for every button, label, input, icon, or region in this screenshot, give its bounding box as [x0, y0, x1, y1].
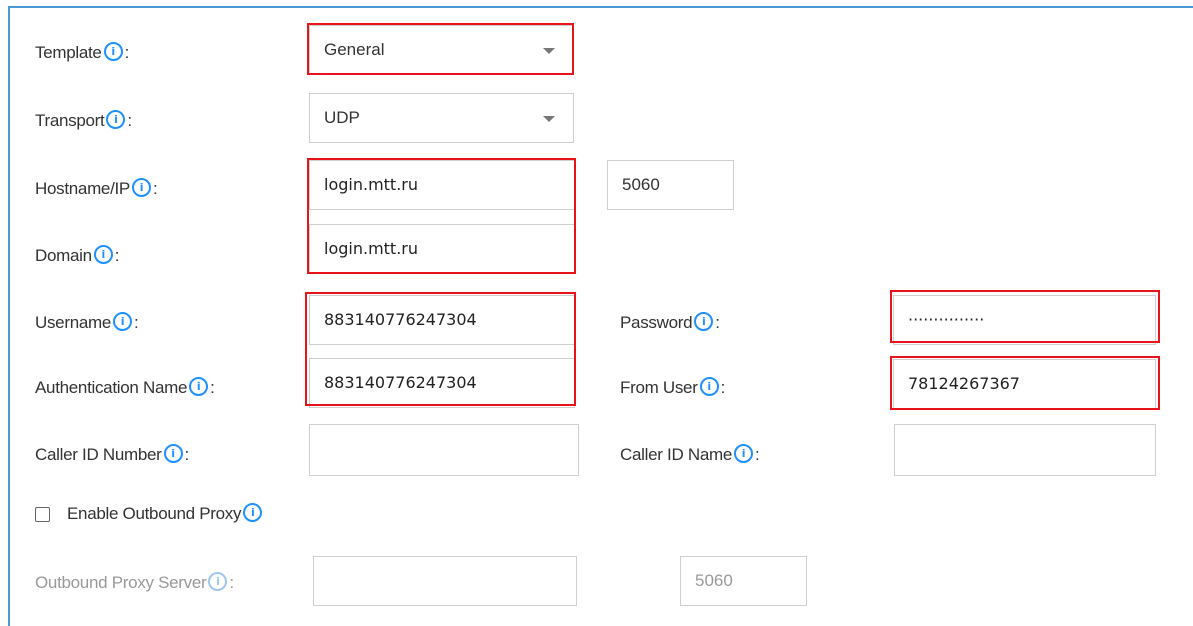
info-icon[interactable]: i — [131, 178, 151, 197]
info-icon[interactable]: i — [93, 245, 113, 264]
info-icon[interactable]: i — [113, 312, 133, 331]
info-icon[interactable]: i — [699, 377, 719, 396]
info-icon[interactable]: i — [163, 444, 183, 463]
hostname-port-input[interactable]: 5060 — [607, 160, 734, 210]
info-icon[interactable]: i — [243, 503, 263, 522]
outbound-proxy-checkbox[interactable] — [35, 507, 50, 522]
transport-value: UDP — [324, 108, 360, 127]
template-label: Template i: — [35, 42, 130, 62]
info-icon[interactable]: i — [694, 312, 714, 331]
info-icon[interactable]: i — [189, 377, 209, 396]
caller-id-number-label: Caller ID Number i: — [35, 444, 189, 464]
highlight-box — [890, 356, 1160, 410]
hostname-label: Hostname/IP i: — [35, 178, 158, 198]
caller-id-number-input[interactable] — [309, 424, 579, 476]
transport-label: Transport i: — [35, 110, 132, 130]
outbound-proxy-port-input[interactable]: 5060 — [680, 556, 807, 606]
highlight-box — [305, 292, 576, 406]
domain-label: Domain i: — [35, 245, 120, 265]
transport-select[interactable]: UDP — [309, 93, 574, 143]
outbound-proxy-port-value: 5060 — [695, 571, 733, 590]
caller-id-name-label: Caller ID Name i: — [620, 444, 760, 464]
outbound-proxy-server-input[interactable] — [313, 556, 577, 606]
info-icon[interactable]: i — [103, 42, 123, 61]
username-label: Username i: — [35, 312, 139, 332]
from-user-label: From User i: — [620, 377, 726, 397]
chevron-down-icon — [543, 116, 555, 122]
auth-name-label: Authentication Name i: — [35, 377, 215, 397]
info-icon[interactable]: i — [208, 572, 228, 591]
highlight-box — [307, 158, 576, 274]
highlight-box — [890, 290, 1160, 343]
outbound-proxy-label: Enable Outbound Proxy i — [67, 503, 263, 524]
info-icon[interactable]: i — [734, 444, 753, 463]
password-label: Password i: — [620, 312, 720, 332]
hostname-port-value: 5060 — [622, 175, 660, 194]
outbound-proxy-server-label: Outbound Proxy Server i: — [35, 572, 234, 592]
caller-id-name-input[interactable] — [894, 424, 1156, 476]
highlight-box — [307, 23, 574, 75]
info-icon[interactable]: i — [106, 110, 126, 129]
